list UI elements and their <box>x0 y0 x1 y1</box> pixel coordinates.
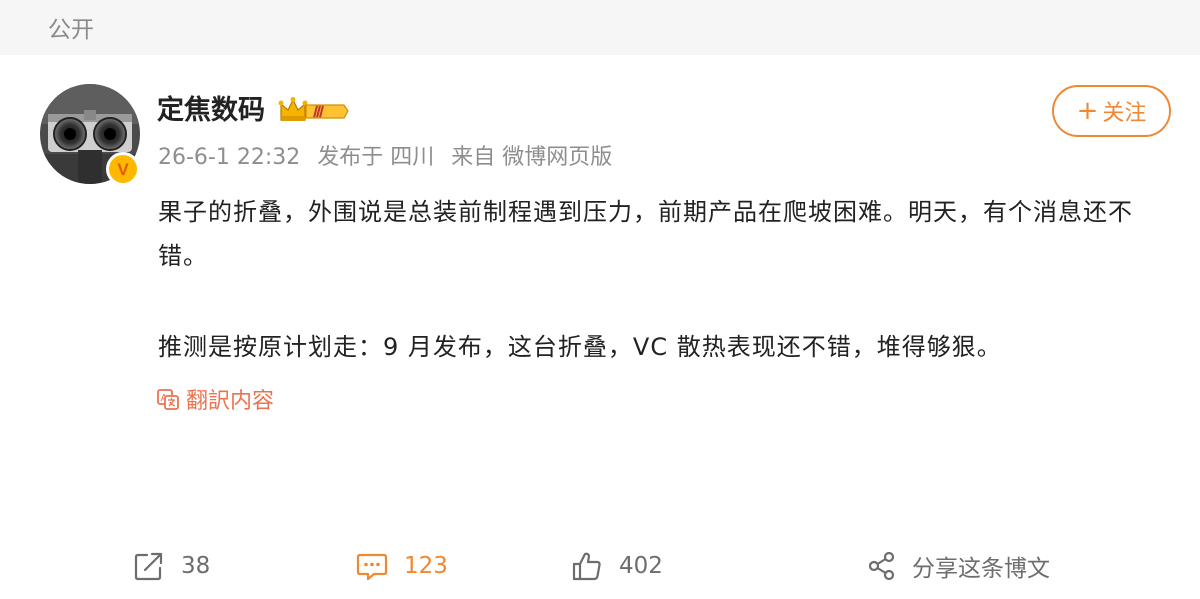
post-paragraph: 果子的折叠，外围说是总装前制程遇到压力，前期产品在爬坡困难。明天，有个消息还不错… <box>158 198 1133 270</box>
post-paragraph: 推测是按原计划走：9 月发布，这台折叠，VC 散热表现还不错，堆得够狠。 <box>158 333 1002 361</box>
weibo-post-card: 公开 V 定焦数码 Ⅲ + 关注 26-6-1 22:32 发布于 四川 来自 … <box>0 0 1200 599</box>
plus-icon: + <box>1076 96 1099 126</box>
post-meta: 26-6-1 22:32 发布于 四川 来自 微博网页版 <box>158 143 622 173</box>
verified-badge: V <box>106 152 140 186</box>
like-button[interactable]: 402 <box>571 546 663 586</box>
like-icon <box>572 552 601 581</box>
repost-button[interactable]: 38 <box>133 546 210 586</box>
like-count: 402 <box>619 553 663 579</box>
comment-button[interactable]: 123 <box>356 546 448 586</box>
translate-link[interactable]: A 翻訳内容 <box>156 383 274 415</box>
vip-badge[interactable]: Ⅲ <box>278 96 350 126</box>
follow-button[interactable]: + 关注 <box>1052 85 1171 137</box>
share-label: 分享这条博文 <box>912 556 1050 582</box>
author-name[interactable]: 定焦数码 <box>157 94 265 128</box>
verified-mark: V <box>117 159 129 179</box>
visibility-label: 公开 <box>48 17 94 43</box>
vip-level-text: Ⅲ <box>312 105 324 121</box>
repost-count: 38 <box>181 553 211 579</box>
share-icon <box>868 551 895 581</box>
comment-count: 123 <box>404 553 448 579</box>
translate-label: 翻訳内容 <box>186 389 275 414</box>
comment-icon <box>356 553 388 581</box>
visibility-bar: 公开 <box>0 0 1200 55</box>
post-location: 发布于 四川 <box>317 145 435 170</box>
repost-icon <box>134 552 163 581</box>
post-time[interactable]: 26-6-1 22:32 <box>158 145 300 170</box>
share-button[interactable]: 分享这条博文 <box>868 546 1050 586</box>
action-bar: 38 123 402 分享这条博文 <box>0 546 1200 586</box>
crown-icon: Ⅲ <box>278 97 349 121</box>
translate-icon: A <box>157 389 179 410</box>
post-source: 来自 微博网页版 <box>451 145 613 170</box>
follow-label: 关注 <box>1102 101 1147 126</box>
